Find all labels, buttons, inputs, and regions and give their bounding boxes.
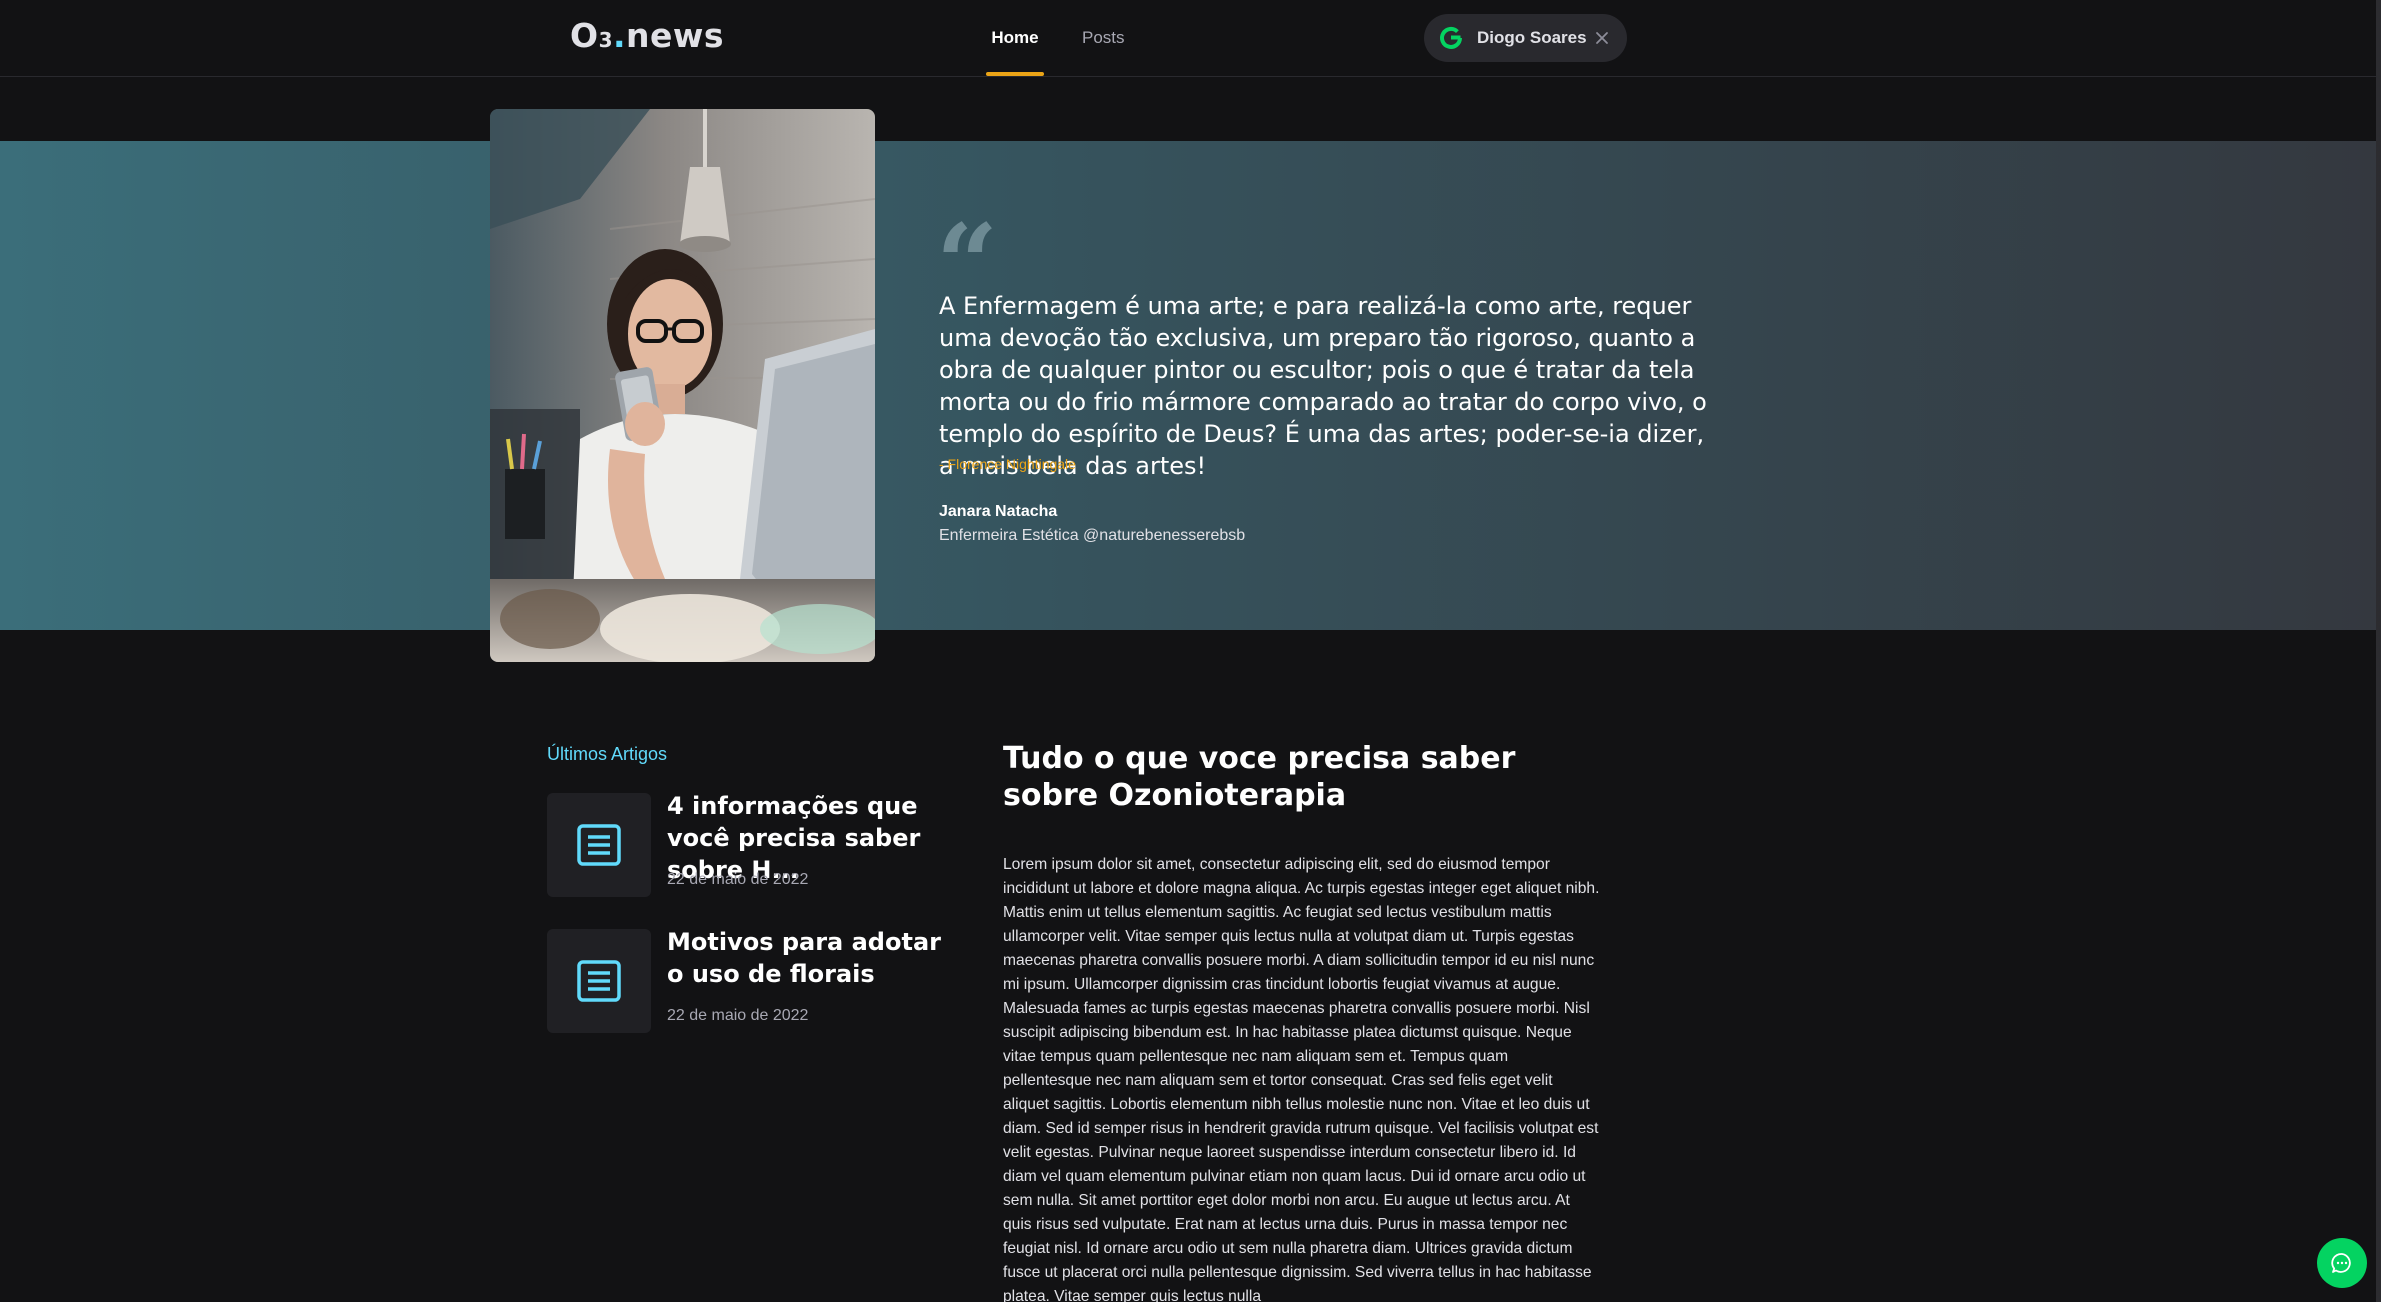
nav-active-indicator bbox=[986, 72, 1044, 76]
article-thumbnail bbox=[547, 793, 651, 897]
user-name: Diogo Soares bbox=[1477, 28, 1587, 47]
document-lines-icon bbox=[577, 960, 621, 1002]
nav-posts-link[interactable]: Posts bbox=[1082, 0, 1125, 76]
chat-bubble-icon bbox=[2331, 1253, 2351, 1273]
chat-button[interactable] bbox=[2317, 1238, 2367, 1288]
article-body: Lorem ipsum dolor sit amet, consectetur … bbox=[1003, 856, 1600, 1302]
testimonial-role: Enfermeira Estética @naturebenesserebsb bbox=[939, 527, 1246, 544]
user-signin-button[interactable]: Diogo Soares bbox=[1424, 14, 1627, 62]
article-thumbnail bbox=[547, 929, 651, 1033]
top-header: O3.news Home Posts Diogo Soares bbox=[0, 0, 2381, 77]
article-card[interactable]: Motivos para adotar o uso de florais 22 … bbox=[547, 928, 947, 1033]
article-date: 22 de maio de 2022 bbox=[667, 1007, 809, 1024]
latest-articles-heading: Últimos Artigos bbox=[547, 744, 668, 764]
testimonial-name: Janara Natacha bbox=[939, 503, 1058, 520]
close-icon[interactable] bbox=[1594, 30, 1610, 46]
document-lines-icon bbox=[577, 824, 621, 866]
logo[interactable]: O3.news bbox=[570, 16, 724, 55]
article-date: 22 de maio de 2022 bbox=[667, 871, 809, 888]
article-card[interactable]: 4 informações que você precisa saber sob… bbox=[547, 792, 947, 897]
quote-author: - Florence Nightingale bbox=[939, 456, 1076, 472]
article-title[interactable]: Motivos para adotar o uso de florais bbox=[667, 926, 957, 990]
nav-home-link[interactable]: Home bbox=[986, 0, 1044, 76]
quote-text: A Enfermagem é uma arte; e para realizá-… bbox=[939, 292, 1707, 480]
google-g-icon bbox=[1440, 26, 1462, 49]
scrollbar-track[interactable] bbox=[2376, 0, 2381, 1302]
article-heading: Tudo o que voce precisa saber sobre Ozon… bbox=[1003, 741, 1516, 813]
testimonial-photo bbox=[490, 109, 875, 662]
